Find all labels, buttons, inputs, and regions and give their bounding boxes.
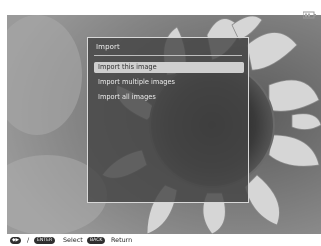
menu-title: Import <box>96 43 120 51</box>
back-key-badge: BACK <box>87 236 106 244</box>
enter-key-badge: ENTER <box>34 236 56 244</box>
import-menu: Import Import this image Import multiple… <box>87 37 249 203</box>
guide-slash: / <box>27 236 30 244</box>
return-label: Return <box>111 236 133 244</box>
button-guide-bar: ◆▶ / ENTER Select BACK Return <box>0 234 321 246</box>
menu-item-import-all-images[interactable]: Import all images <box>94 92 244 103</box>
battery-indicator-icon <box>302 4 317 19</box>
menu-item-import-this-image[interactable]: Import this image <box>94 62 244 73</box>
menu-item-import-multiple-images[interactable]: Import multiple images <box>94 77 244 88</box>
direction-buttons-icon: ◆▶ <box>10 236 22 244</box>
photo-frame-screen: Import Import this image Import multiple… <box>0 0 321 246</box>
select-label: Select <box>63 236 83 244</box>
menu-divider <box>94 55 242 56</box>
